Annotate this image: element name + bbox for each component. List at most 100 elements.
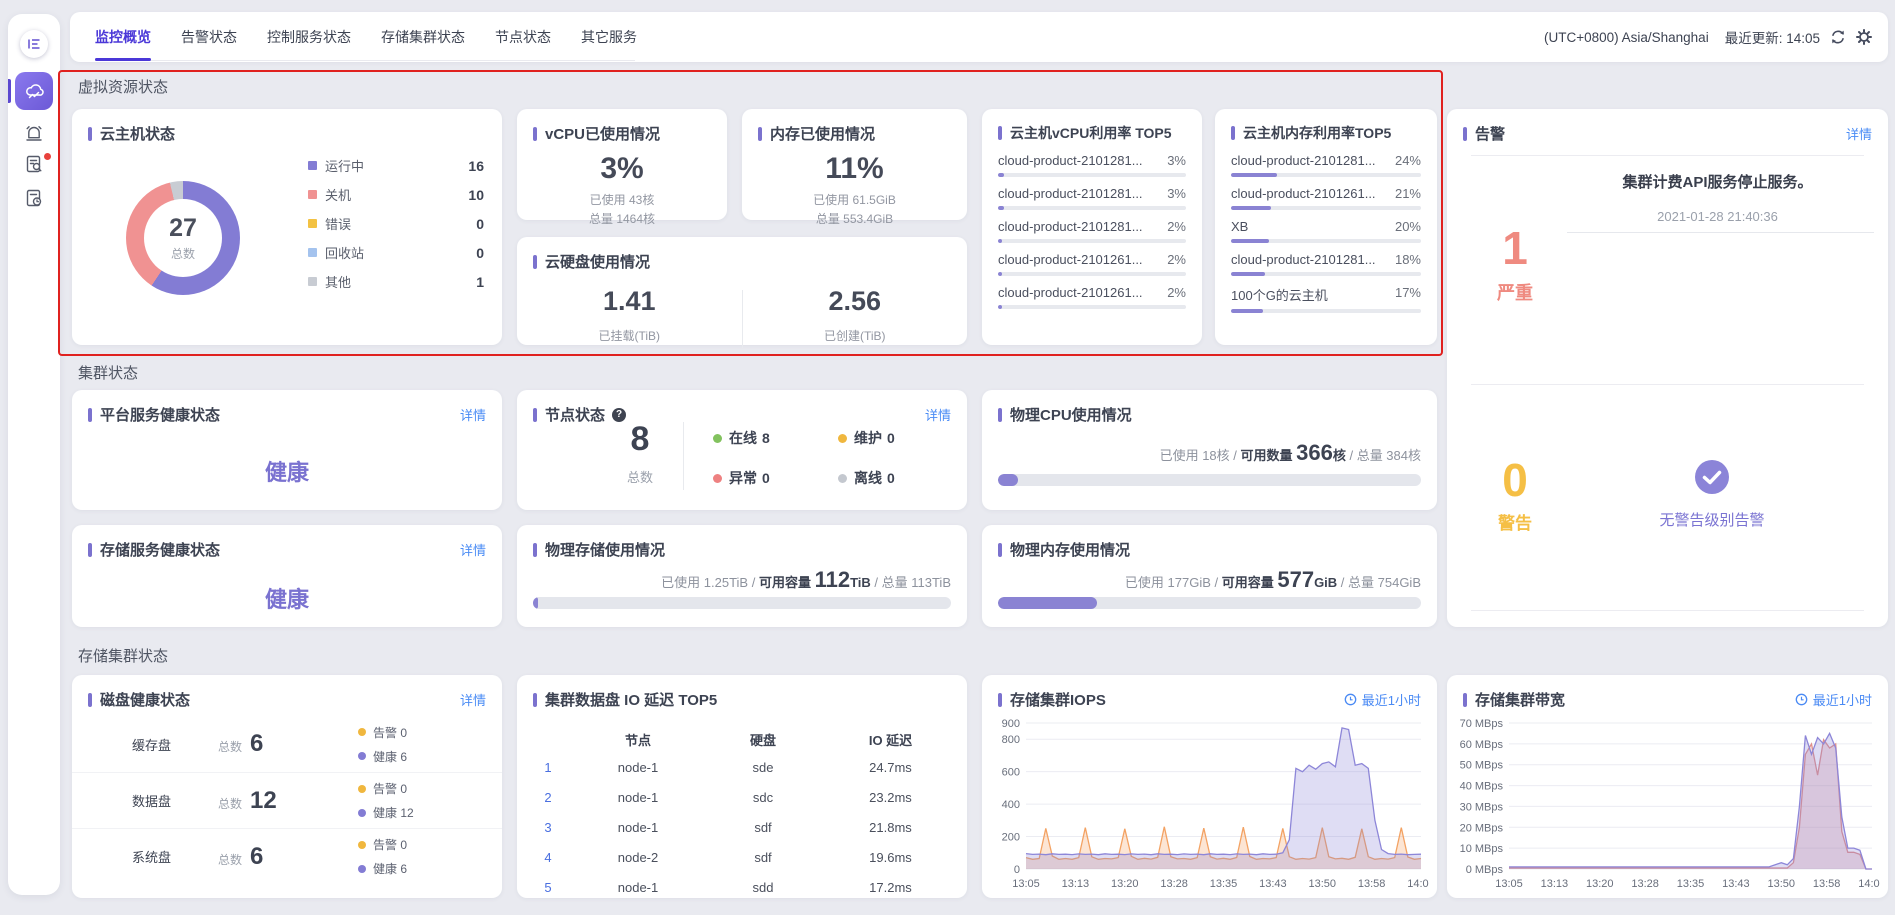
title-mark [998, 408, 1002, 422]
card-physical-cpu: 物理CPU使用情况 已使用 18核 / 可用数量 366核 / 总量 384核 [982, 390, 1437, 510]
sidebar-item-history[interactable] [24, 188, 44, 208]
menu-toggle-button[interactable] [20, 30, 48, 58]
legend-swatch [308, 277, 317, 286]
svg-text:0 MBps: 0 MBps [1466, 864, 1504, 876]
top5-item: cloud-product-2101281...18% [1231, 252, 1421, 276]
tabs: 监控概览 告警状态 控制服务状态 存储集群状态 节点状态 其它服务 [95, 12, 667, 62]
refresh-icon[interactable] [1830, 29, 1846, 45]
title-mark [533, 693, 537, 707]
legend-item-maintenance: 维护0 [838, 428, 963, 448]
title-mark [88, 408, 92, 422]
legend-dot [838, 434, 847, 443]
physical-memory-usage-text: 已使用 177GiB / 可用容量 577GiB / 总量 754GiB [1125, 567, 1421, 593]
card-title: 磁盘健康状态 [100, 689, 190, 710]
sidebar-item-inspection-report[interactable] [24, 154, 44, 174]
tab-other-services[interactable]: 其它服务 [581, 27, 637, 47]
disk-healthy-count: 健康 6 [358, 860, 492, 877]
tab-control-service-status[interactable]: 控制服务状态 [267, 27, 351, 47]
table-row: 5node-1sdd17.2ms [523, 872, 961, 902]
title-mark [758, 127, 762, 141]
legend-dot [358, 785, 366, 793]
card-title: 物理存储使用情况 [545, 539, 665, 560]
alerts-detail-link[interactable]: 详情 [1846, 124, 1872, 143]
svg-text:60 MBps: 60 MBps [1460, 739, 1504, 751]
platform-detail-link[interactable]: 详情 [460, 405, 486, 424]
tab-alert-status[interactable]: 告警状态 [181, 27, 237, 47]
card-title: 集群数据盘 IO 延迟 TOP5 [545, 689, 717, 710]
legend-dot [358, 865, 366, 873]
svg-text:13:50: 13:50 [1308, 878, 1336, 890]
nodes-detail-link[interactable]: 详情 [925, 405, 951, 424]
table-row: 2node-1sdc23.2ms [523, 782, 961, 812]
top5-item: cloud-product-2101281...3% [998, 153, 1186, 177]
time-range-selector[interactable]: 最近1小时 [1795, 690, 1872, 709]
card-disk-health: 磁盘健康状态详情 缓存盘 总数6 告警 0 健康 6 数据盘 总数12 告警 0… [72, 675, 502, 898]
critical-count: 1 [1473, 221, 1557, 275]
tab-node-status[interactable]: 节点状态 [495, 27, 551, 47]
svg-text:900: 900 [1002, 718, 1020, 730]
time-range-selector[interactable]: 最近1小时 [1344, 690, 1421, 709]
svg-text:13:58: 13:58 [1813, 878, 1841, 890]
active-nav-indicator [8, 79, 11, 103]
legend-item-abnormal: 异常0 [713, 468, 838, 488]
clock-icon [1344, 693, 1357, 706]
storage-service-detail-link[interactable]: 详情 [460, 540, 486, 559]
memory-used: 已使用 61.5GiB [742, 191, 967, 208]
top-tab-bar: 监控概览 告警状态 控制服务状态 存储集群状态 节点状态 其它服务 (UTC+0… [70, 12, 1888, 62]
cpu-usage-text: 已使用 18核 / 可用数量 366核 / 总量 384核 [1160, 440, 1421, 466]
title-mark [533, 408, 537, 422]
memory-percent: 11% [742, 152, 967, 186]
gear-icon[interactable] [1856, 29, 1872, 45]
card-cloud-disk-usage: 云硬盘使用情况 1.41 已挂载(TiB) 2.56 已创建(TiB) [517, 237, 967, 345]
title-mark [533, 127, 537, 141]
legend-dot [838, 474, 847, 483]
svg-text:200: 200 [1002, 832, 1020, 844]
physical-memory-bar [998, 597, 1421, 609]
tab-monitor-overview[interactable]: 监控概览 [95, 27, 151, 47]
card-title: vCPU已使用情况 [545, 123, 660, 144]
card-title: 告警 [1475, 123, 1505, 144]
disk-health-detail-link[interactable]: 详情 [460, 690, 486, 709]
disk-created: 2.56 已创建(TiB) [743, 286, 968, 348]
top5-item: cloud-product-2101261...2% [998, 252, 1186, 276]
disk-row-cache: 缓存盘 总数6 告警 0 健康 6 [72, 716, 502, 772]
tab-storage-cluster-status[interactable]: 存储集群状态 [381, 27, 465, 47]
section-label-virtual-resources: 虚拟资源状态 [78, 76, 168, 97]
node-total: 8 总数 [597, 420, 683, 486]
storage-service-status: 健康 [72, 582, 502, 614]
disk-row-system: 系统盘 总数6 告警 0 健康 6 [72, 828, 502, 884]
svg-text:13:28: 13:28 [1160, 878, 1188, 890]
last-update-label: 最近更新: 14:05 [1725, 27, 1820, 47]
svg-text:14:05: 14:05 [1407, 878, 1429, 890]
sidebar-item-alarm[interactable] [24, 124, 44, 144]
legend-item-offline: 离线0 [838, 468, 963, 488]
bandwidth-line-chart: 70 MBps60 MBps50 MBps40 MBps30 MBps20 MB… [1451, 713, 1880, 893]
vm-total-count: 27 [169, 214, 197, 243]
svg-text:10 MBps: 10 MBps [1460, 843, 1504, 855]
dashboard-page: 监控概览 告警状态 控制服务状态 存储集群状态 节点状态 其它服务 (UTC+0… [0, 0, 1895, 915]
disk-created-value: 2.56 [743, 286, 968, 317]
card-title: 云主机内存利用率TOP5 [1243, 123, 1391, 143]
divider [1471, 155, 1864, 156]
section-label-cluster: 集群状态 [78, 362, 138, 383]
card-physical-memory: 物理内存使用情况 已使用 177GiB / 可用容量 577GiB / 总量 7… [982, 525, 1437, 627]
clock-icon [1795, 693, 1808, 706]
disk-mounted-label: 已挂载(TiB) [517, 327, 742, 344]
vcpu-used: 已使用 43核 [517, 191, 727, 208]
disk-mounted: 1.41 已挂载(TiB) [517, 286, 742, 348]
warning-count: 0 [1473, 453, 1557, 507]
io-latency-table: 节点 硬盘 IO 延迟 1node-1sde24.7ms 2node-1sdc2… [517, 726, 967, 902]
title-mark [1463, 693, 1467, 707]
table-row: 3node-1sdf21.8ms [523, 812, 961, 842]
legend-dot [358, 728, 366, 736]
card-node-status: 节点状态?详情 8 总数 在线8 维护0 异常0 离线0 [517, 390, 967, 510]
svg-text:13:58: 13:58 [1358, 878, 1386, 890]
sidebar-item-monitor-overview[interactable] [15, 72, 53, 110]
title-mark [1463, 127, 1467, 141]
title-mark [88, 543, 92, 557]
legend-item-other: 其他1 [308, 267, 484, 296]
legend-dot [358, 752, 366, 760]
svg-text:800: 800 [1002, 734, 1020, 746]
svg-text:400: 400 [1002, 799, 1020, 811]
card-vcpu-top5: 云主机vCPU利用率 TOP5 cloud-product-2101281...… [982, 109, 1202, 345]
